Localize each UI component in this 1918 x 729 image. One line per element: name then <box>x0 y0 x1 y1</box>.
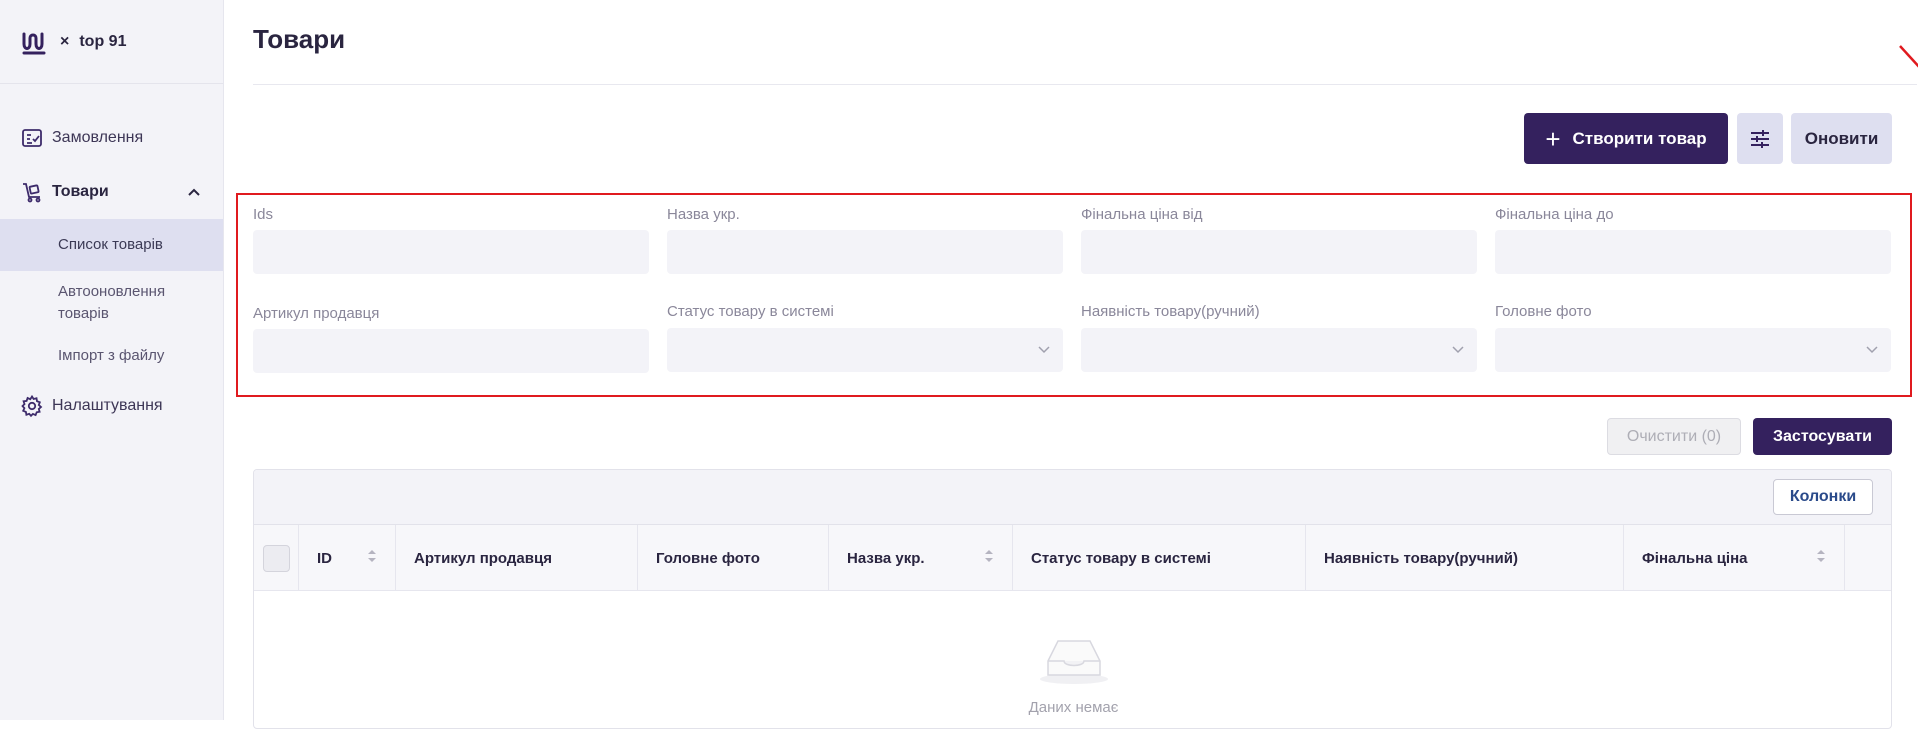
filter-label-ids: Ids <box>253 206 274 223</box>
apply-filters-button[interactable]: Застосувати <box>1753 418 1892 455</box>
filter-label-status: Статус товару в системі <box>667 303 834 320</box>
filter-toggle-button[interactable] <box>1737 113 1783 164</box>
brand-header: × top 91 <box>0 0 223 84</box>
create-product-button[interactable]: + Створити товар <box>1524 113 1728 164</box>
sort-icon[interactable] <box>984 549 994 563</box>
filter-sliders-icon <box>1751 129 1769 148</box>
column-header-status: Статус товару в системі <box>1013 525 1306 591</box>
chevron-down-icon <box>1452 346 1464 354</box>
empty-state-text: Даних немає <box>1028 699 1119 716</box>
products-icon <box>23 183 41 203</box>
column-header-label: Наявність товару(ручний) <box>1324 549 1518 567</box>
orders-icon <box>22 129 42 147</box>
filter-label-availability: Наявність товару(ручний) <box>1081 303 1260 320</box>
create-product-label: Створити товар <box>1572 128 1707 148</box>
price-from-input[interactable] <box>1081 230 1477 274</box>
table-toolbar: Колонки <box>254 470 1891 525</box>
filter-label-price-to: Фінальна ціна до <box>1495 206 1614 223</box>
sidebar-item-settings[interactable]: Налаштування <box>0 379 223 433</box>
refresh-button[interactable]: Оновити <box>1791 113 1892 164</box>
chevron-down-icon <box>1866 346 1878 354</box>
plus-icon: + <box>1545 123 1561 154</box>
filter-label-price-from: Фінальна ціна від <box>1081 206 1203 223</box>
seller-sku-input[interactable] <box>253 329 649 373</box>
price-to-input[interactable] <box>1495 230 1891 274</box>
filter-label-sku: Артикул продавця <box>253 305 380 322</box>
table-header-row: ID Артикул продавця Головне фото Назва у… <box>254 525 1891 591</box>
brand-close-glyph: × <box>60 32 70 50</box>
ids-input[interactable] <box>253 230 649 274</box>
brand-logo-icon <box>22 32 46 54</box>
column-header-main-photo: Головне фото <box>638 525 829 591</box>
main-photo-select[interactable] <box>1495 328 1891 372</box>
title-divider <box>253 84 1917 85</box>
empty-inbox-icon <box>1039 640 1108 684</box>
chevron-up-icon[interactable] <box>187 187 201 197</box>
column-header-label: Артикул продавця <box>414 549 552 567</box>
column-header-availability: Наявність товару(ручний) <box>1306 525 1624 591</box>
filter-label-name: Назва укр. <box>667 206 740 223</box>
column-header-label: Статус товару в системі <box>1031 549 1211 567</box>
sort-icon[interactable] <box>367 549 377 563</box>
availability-select[interactable] <box>1081 328 1477 372</box>
sidebar-subitem-label: Імпорт з файлу <box>58 347 165 364</box>
column-header-sku: Артикул продавця <box>396 525 638 591</box>
sort-icon[interactable] <box>1816 549 1826 563</box>
settings-icon <box>21 394 43 418</box>
column-header-label: Назва укр. <box>847 549 925 567</box>
empty-state <box>254 591 1891 690</box>
column-header-label: Головне фото <box>656 549 760 567</box>
shop-name: top 91 <box>79 32 127 50</box>
column-header-final-price[interactable]: Фінальна ціна <box>1624 525 1845 591</box>
sidebar-item-orders[interactable]: Замовлення <box>0 111 223 165</box>
sidebar-subitem-label: Список товарів <box>58 236 163 253</box>
select-all-checkbox[interactable] <box>263 544 290 572</box>
status-select[interactable] <box>667 328 1063 372</box>
sidebar-subitem-label: Автооновлення товарів <box>58 283 166 322</box>
sidebar-item-label: Замовлення <box>52 129 144 146</box>
chevron-down-icon <box>1038 346 1050 354</box>
sidebar-subitem-auto-update[interactable]: Автооновлення товарів <box>0 271 223 335</box>
clear-filters-button[interactable]: Очистити (0) <box>1607 418 1741 455</box>
filter-label-main-photo: Головне фото <box>1495 303 1592 320</box>
columns-button[interactable]: Колонки <box>1773 479 1873 515</box>
sidebar-item-products[interactable]: Товари <box>0 165 223 219</box>
column-header-label: Фінальна ціна <box>1642 549 1748 567</box>
sidebar: × top 91 Замовлення Товари Список товарі… <box>0 0 224 720</box>
column-header-id[interactable]: ID <box>299 525 396 591</box>
column-header-name[interactable]: Назва укр. <box>829 525 1013 591</box>
select-all-cell <box>254 525 299 591</box>
annotation-arrow <box>1899 45 1918 68</box>
sidebar-subitem-product-list[interactable]: Список товарів <box>0 219 223 271</box>
name-ukr-input[interactable] <box>667 230 1063 274</box>
sidebar-item-label: Товари <box>52 183 109 200</box>
main-content: Товари + Створити товар Оновити Ids Назв… <box>224 0 1918 729</box>
sidebar-subitem-import[interactable]: Імпорт з файлу <box>0 335 223 379</box>
column-header-label: ID <box>317 549 332 567</box>
products-table: Колонки ID Артикул продавця Головне фото… <box>253 469 1892 729</box>
sidebar-item-label: Налаштування <box>52 397 163 414</box>
page-title: Товари <box>253 24 346 54</box>
